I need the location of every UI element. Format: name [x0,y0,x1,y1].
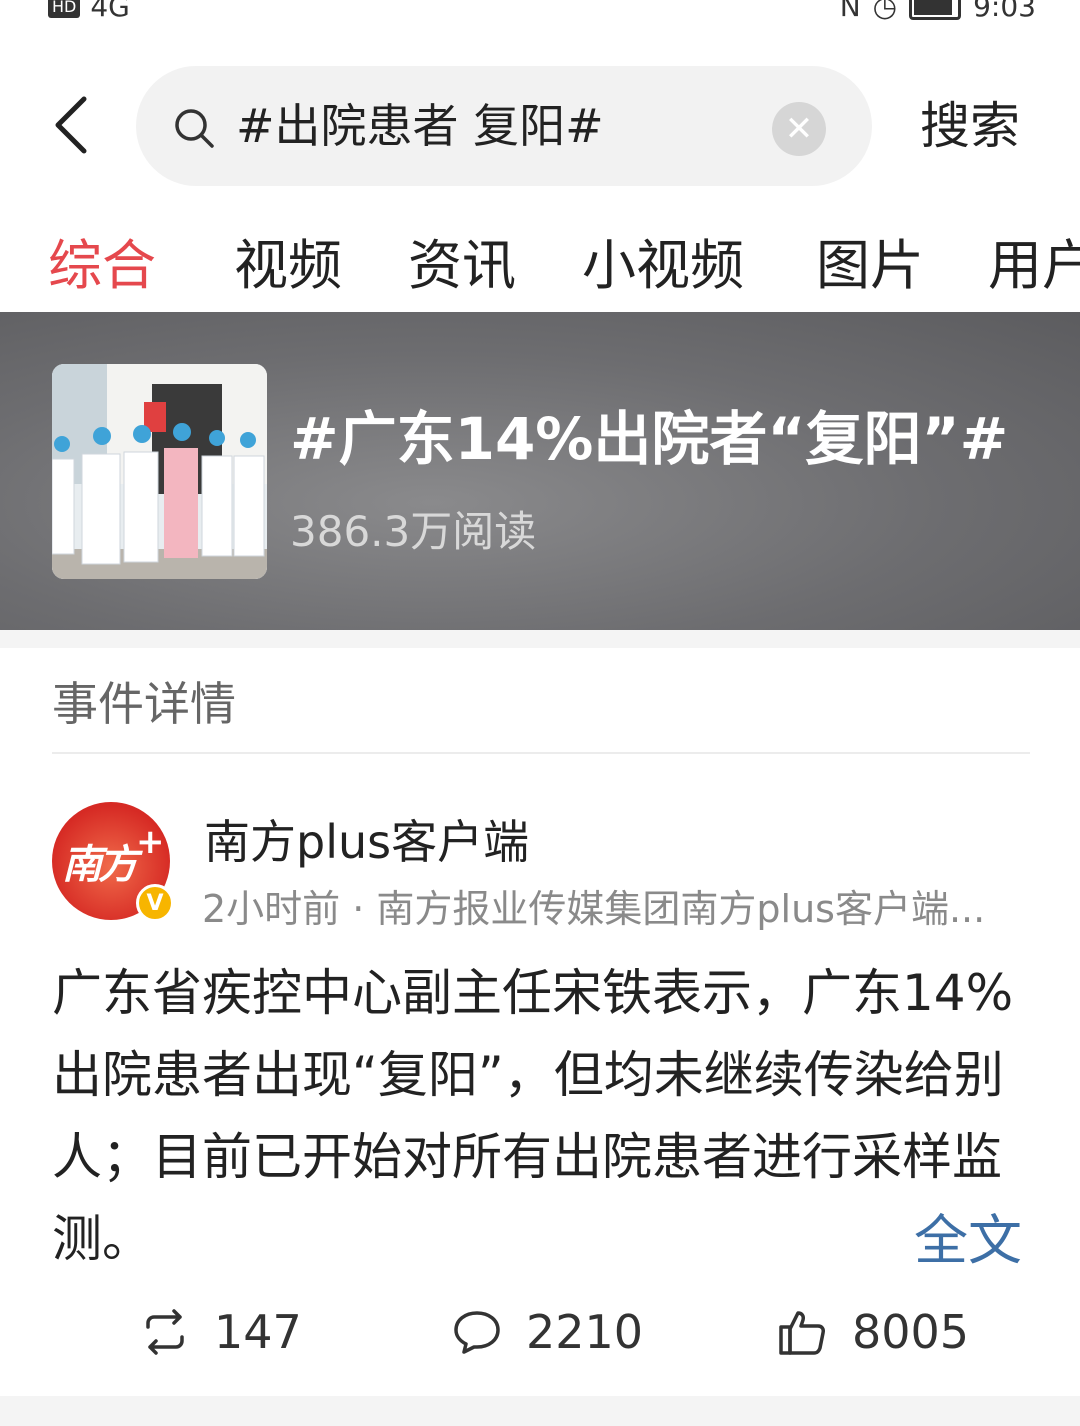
search-box[interactable]: ✕ [136,66,872,186]
search-icon [175,109,214,148]
tab-video[interactable]: 视频 [234,220,342,312]
post-meta: 2小时前 · 南方报业传媒集团南方plus客户端... [202,887,986,931]
repost-icon [146,1309,184,1355]
search-header: ✕ 搜索 [0,60,1080,200]
tab-news[interactable]: 资讯 [408,220,516,312]
like-button[interactable]: 8005 [778,1298,969,1366]
comment-count: 2210 [526,1305,644,1359]
status-bar: HD 4G N ◷ 9:03 [0,0,1080,26]
thumbs-up-icon [779,1311,825,1355]
repost-button[interactable]: 147 [140,1298,302,1366]
status-time: 9:03 [973,0,1036,23]
tab-short-video[interactable]: 小视频 [582,220,744,312]
alarm-icon: ◷ [872,0,898,23]
tab-comprehensive[interactable]: 综合 [48,220,156,312]
section-separator [0,630,1080,648]
avatar-logo-text: 南方 [62,842,138,888]
signal-icon: 4G [90,0,130,23]
category-tabs: 综合 视频 资讯 小视频 图片 用户 [0,220,1080,312]
comment-button[interactable]: 2210 [452,1298,643,1366]
section-title: 事件详情 [52,677,236,731]
battery-icon [909,0,962,20]
topic-banner[interactable]: #广东14%出院者“复阳”# 386.3万阅读 [0,312,1080,630]
divider [52,752,1030,754]
like-count: 8005 [852,1305,970,1359]
back-button[interactable] [40,90,100,160]
comment-icon [454,1311,500,1354]
bottom-separator [0,1396,1080,1426]
hd-icon: HD [48,0,81,18]
search-button[interactable]: 搜索 [920,66,1020,186]
clear-search-button[interactable]: ✕ [772,102,826,156]
post-body[interactable]: 广东省疾控中心副主任宋铁表示，广东14%出院患者出现“复阳”，但均未继续传染给别… [52,952,1022,1280]
read-more-link[interactable]: 全文 [914,1196,1022,1275]
avatar-logo-plus: + [136,822,165,862]
chevron-left-icon [55,96,87,154]
author-name[interactable]: 南方plus客户端 [204,806,529,872]
tab-users[interactable]: 用户 [988,220,1080,312]
search-input[interactable] [236,66,756,186]
avatar[interactable]: 南方 + V [52,802,174,922]
repost-count: 147 [214,1305,302,1359]
topic-title: #广东14%出院者“复阳”# [290,405,1009,473]
topic-read-count: 386.3万阅读 [290,507,537,556]
topic-thumbnail [52,364,267,579]
verified-icon: V [136,884,174,922]
nfc-icon: N [839,0,861,23]
close-icon: ✕ [784,109,814,149]
tab-images[interactable]: 图片 [816,220,924,312]
